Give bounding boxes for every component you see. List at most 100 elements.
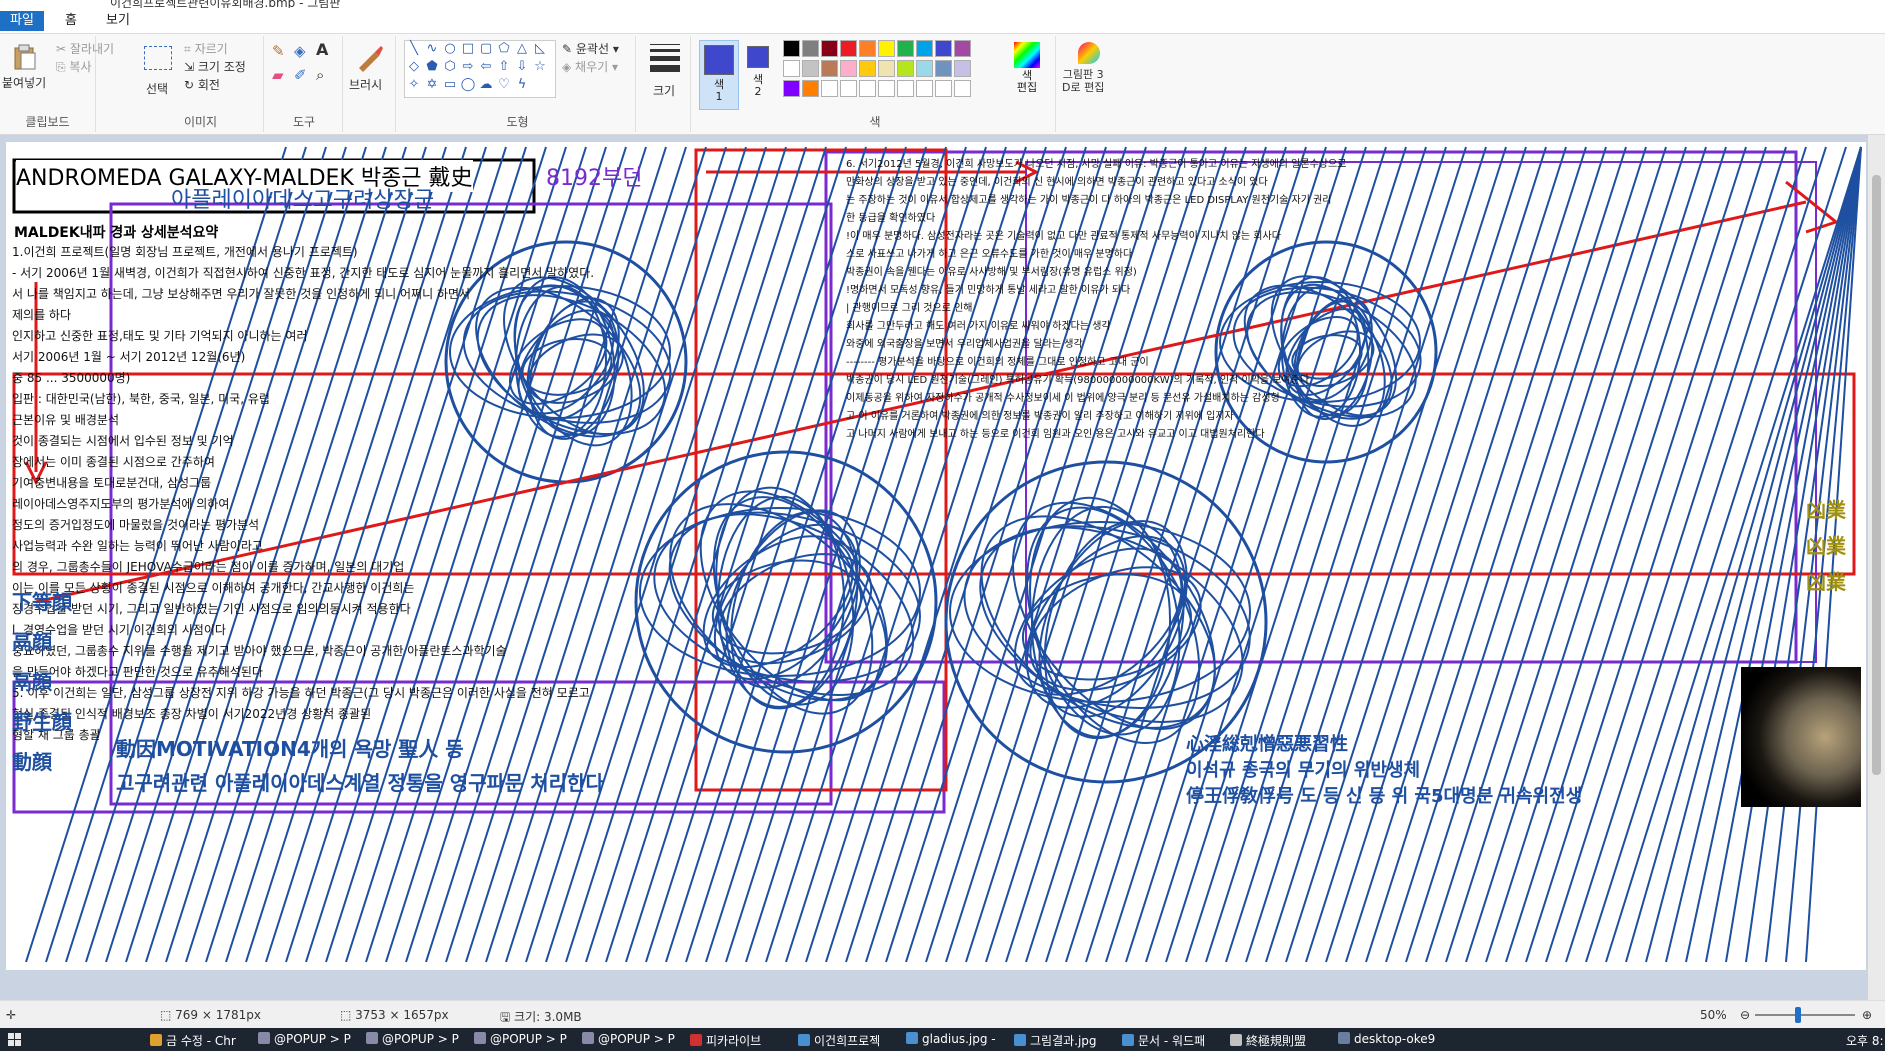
- palette-swatch[interactable]: [802, 40, 819, 57]
- palette-swatch[interactable]: [802, 60, 819, 77]
- color-picker-icon[interactable]: ✐: [294, 66, 307, 84]
- heart-shape-icon[interactable]: ♡: [496, 78, 512, 92]
- palette-swatch[interactable]: [859, 60, 876, 77]
- cloud-callout-shape-icon[interactable]: ☁: [478, 78, 494, 92]
- canvas-workarea[interactable]: ANDROMEDA GALAXY-MALDEK 박종근 戴史 8192부던 아플…: [0, 135, 1885, 1000]
- palette-swatch[interactable]: [916, 60, 933, 77]
- zoom-slider[interactable]: [1755, 1014, 1855, 1016]
- outline-button[interactable]: ✎ 윤곽선 ▾: [562, 40, 619, 57]
- six-star-shape-icon[interactable]: ✡: [424, 78, 440, 92]
- oval-shape-icon[interactable]: ○: [442, 42, 458, 56]
- palette-swatch[interactable]: [783, 80, 800, 97]
- zoom-slider-thumb[interactable]: [1795, 1007, 1801, 1023]
- taskbar-app-button[interactable]: @POPUP > P: [366, 1032, 459, 1046]
- windows-start-icon[interactable]: [8, 1033, 21, 1046]
- paste-button[interactable]: 붙여넣기: [2, 74, 46, 91]
- taskbar-app-button[interactable]: @POPUP > P: [258, 1032, 351, 1046]
- palette-swatch[interactable]: [954, 80, 971, 97]
- taskbar-app-button[interactable]: 문서 - 워드패: [1122, 1032, 1205, 1049]
- palette-swatch[interactable]: [897, 60, 914, 77]
- taskbar-app-button[interactable]: 그림결과.jpg: [1014, 1032, 1097, 1049]
- right-arrow-shape-icon[interactable]: ⇨: [460, 60, 476, 74]
- eraser-icon[interactable]: ▰: [272, 66, 284, 84]
- tab-view[interactable]: 보기: [96, 11, 140, 31]
- lightning-shape-icon[interactable]: ϟ: [514, 78, 530, 92]
- paint3d-button[interactable]: 그림판 3 D로 편집: [1062, 68, 1104, 94]
- palette-swatch[interactable]: [821, 60, 838, 77]
- copy-button[interactable]: ⎘ 복사: [56, 58, 92, 75]
- image-canvas[interactable]: ANDROMEDA GALAXY-MALDEK 박종근 戴史 8192부던 아플…: [6, 142, 1866, 970]
- up-arrow-shape-icon[interactable]: ⇧: [496, 60, 512, 74]
- tab-home[interactable]: 홈: [55, 11, 87, 31]
- zoom-out-icon[interactable]: ⊖: [1740, 1008, 1750, 1022]
- callout-shape-icon[interactable]: ▭: [442, 78, 458, 92]
- palette-swatch[interactable]: [878, 60, 895, 77]
- palette-swatch[interactable]: [840, 60, 857, 77]
- rectangle-shape-icon[interactable]: □: [460, 42, 476, 56]
- select-button[interactable]: 선택: [146, 80, 168, 97]
- taskbar-app-button[interactable]: gladius.jpg -: [906, 1032, 996, 1046]
- fill-button[interactable]: ◈ 채우기 ▾: [562, 58, 618, 75]
- down-arrow-shape-icon[interactable]: ⇩: [514, 60, 530, 74]
- cut-button[interactable]: ✂ 잘라내기: [56, 40, 114, 57]
- taskbar-app-button[interactable]: 終極規則盟: [1230, 1032, 1306, 1049]
- curve-shape-icon[interactable]: ∿: [424, 42, 440, 56]
- triangle-shape-icon[interactable]: △: [514, 42, 530, 56]
- palette-swatch[interactable]: [821, 40, 838, 57]
- color2-button[interactable]: 색 2: [741, 40, 775, 108]
- text-icon[interactable]: A: [316, 40, 328, 59]
- pencil-icon[interactable]: ✎: [272, 42, 285, 60]
- palette-swatch[interactable]: [935, 60, 952, 77]
- palette-swatch[interactable]: [935, 80, 952, 97]
- palette-swatch[interactable]: [954, 40, 971, 57]
- palette-swatch[interactable]: [783, 40, 800, 57]
- palette-swatch[interactable]: [840, 40, 857, 57]
- palette-swatch[interactable]: [897, 40, 914, 57]
- palette-swatch[interactable]: [783, 60, 800, 77]
- rounded-rect-shape-icon[interactable]: ▢: [478, 42, 494, 56]
- pentagon-shape-icon[interactable]: ⬟: [424, 60, 440, 74]
- taskbar-app-button[interactable]: 이건희프로젝: [798, 1032, 880, 1049]
- star-shape-icon[interactable]: ☆: [532, 60, 548, 74]
- palette-swatch[interactable]: [916, 40, 933, 57]
- palette-swatch[interactable]: [878, 80, 895, 97]
- taskbar-app-button[interactable]: @POPUP > P: [582, 1032, 675, 1046]
- rotate-button[interactable]: ↻ 회전: [184, 76, 220, 93]
- fill-bucket-icon[interactable]: ◈: [294, 42, 306, 60]
- palette-swatch[interactable]: [821, 80, 838, 97]
- palette-swatch[interactable]: [859, 40, 876, 57]
- palette-swatch[interactable]: [840, 80, 857, 97]
- taskbar-app-button[interactable]: desktop-oke9: [1338, 1032, 1435, 1046]
- tab-file[interactable]: 파일: [0, 11, 44, 31]
- taskbar-app-button[interactable]: @POPUP > P: [474, 1032, 567, 1046]
- four-star-shape-icon[interactable]: ✧: [406, 78, 422, 92]
- diamond-shape-icon[interactable]: ◇: [406, 60, 422, 74]
- right-triangle-shape-icon[interactable]: ◺: [532, 42, 548, 56]
- palette-swatch[interactable]: [954, 60, 971, 77]
- hexagon-shape-icon[interactable]: ⬡: [442, 60, 458, 74]
- size-icon[interactable]: [650, 44, 680, 72]
- taskbar-app-button[interactable]: 금 수정 - Chr: [150, 1032, 236, 1049]
- palette-swatch[interactable]: [802, 80, 819, 97]
- magnifier-icon[interactable]: ⌕: [316, 66, 324, 84]
- polygon-shape-icon[interactable]: ⬠: [496, 42, 512, 56]
- palette-swatch[interactable]: [916, 80, 933, 97]
- palette-swatch[interactable]: [935, 40, 952, 57]
- resize-button[interactable]: ⇲ 크기 조정: [184, 58, 246, 75]
- line-shape-icon[interactable]: ╲: [406, 42, 422, 56]
- oval-callout-shape-icon[interactable]: ◯: [460, 78, 476, 92]
- edit-colors-button[interactable]: 색 편집: [1007, 40, 1047, 108]
- brush-icon[interactable]: [355, 42, 385, 72]
- taskbar-app-button[interactable]: 피카라이브: [690, 1032, 761, 1049]
- left-arrow-shape-icon[interactable]: ⇦: [478, 60, 494, 74]
- palette-swatch[interactable]: [859, 80, 876, 97]
- color1-button[interactable]: 색 1: [699, 40, 739, 110]
- palette-swatch[interactable]: [878, 40, 895, 57]
- vertical-scrollbar[interactable]: [1868, 135, 1885, 1000]
- scrollbar-thumb[interactable]: [1872, 175, 1881, 775]
- palette-swatch[interactable]: [897, 80, 914, 97]
- brushes-button[interactable]: 브러시: [349, 76, 382, 93]
- size-button[interactable]: 크기: [653, 82, 675, 99]
- zoom-in-icon[interactable]: ⊕: [1862, 1008, 1872, 1022]
- crop-button[interactable]: ⌗ 자르기: [184, 40, 228, 57]
